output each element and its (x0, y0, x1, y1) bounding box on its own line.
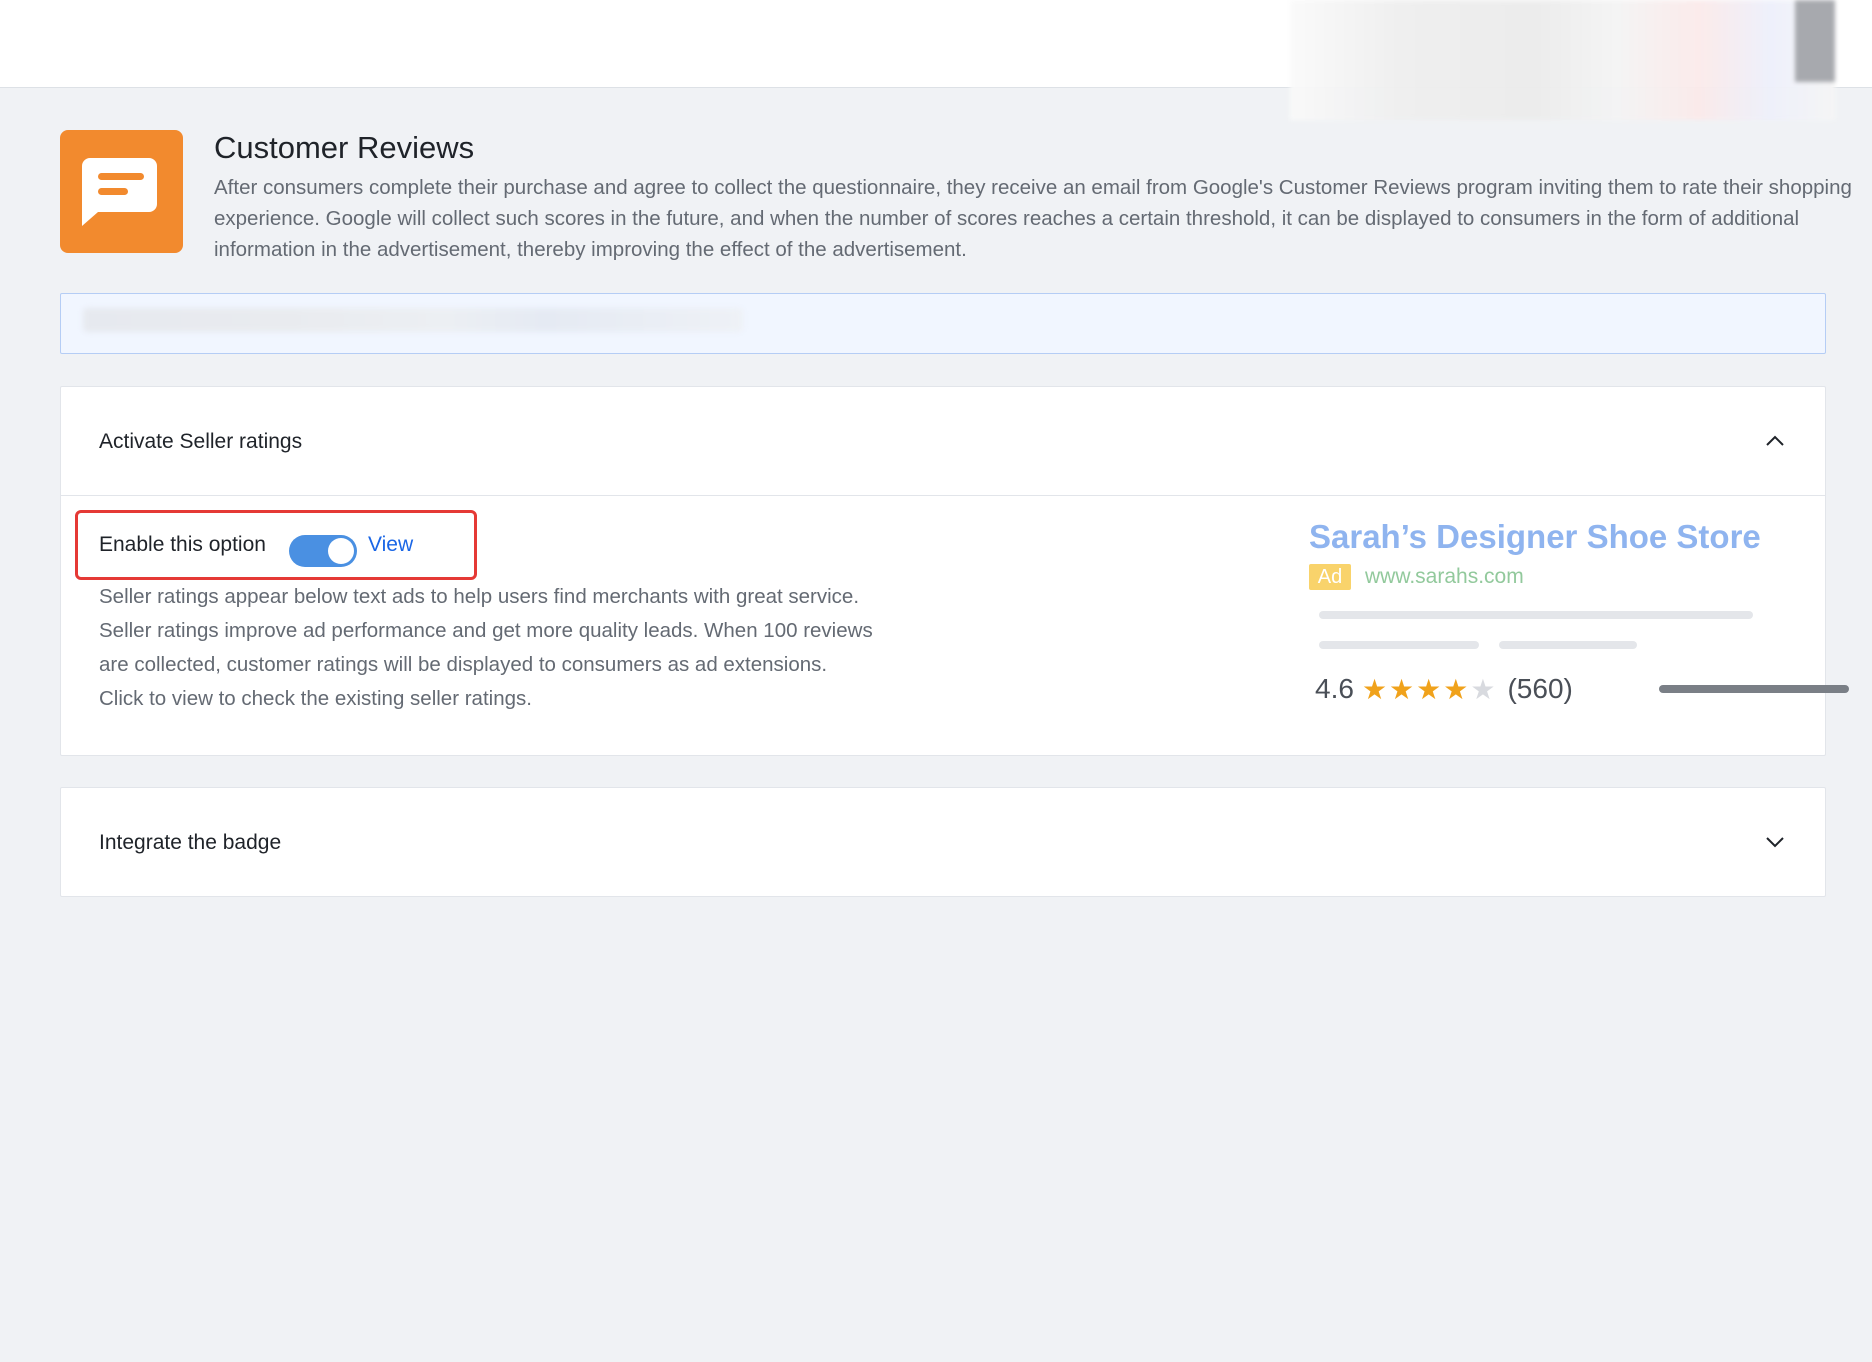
ad-placeholder-line (1659, 685, 1849, 693)
ad-badge: Ad (1309, 564, 1351, 590)
toggle-knob (328, 538, 354, 564)
ad-rating: 4.6 ★★★★★ (560) (1315, 669, 1573, 709)
integrate-badge-panel: Integrate the badge (60, 787, 1826, 897)
view-link[interactable]: View (368, 524, 413, 566)
star-filled-icon: ★ (1443, 673, 1471, 705)
star-rating-icon: ★★★★★ (1362, 673, 1498, 706)
star-filled-icon: ★ (1389, 673, 1417, 705)
ad-placeholder-line (1319, 611, 1753, 619)
rating-value: 4.6 (1315, 673, 1354, 704)
review-count: (560) (1507, 673, 1573, 704)
ad-store-name: Sarah’s Designer Shoe Store (1309, 518, 1761, 555)
star-filled-icon: ★ (1416, 673, 1444, 705)
ad-preview: Sarah’s Designer Shoe Store Ad www.sarah… (1309, 517, 1849, 717)
info-line: are collected, customer ratings will be … (99, 653, 828, 676)
seller-ratings-header[interactable]: Activate Seller ratings (61, 387, 1825, 496)
message-square-icon (60, 130, 183, 253)
page-header: Customer Reviews After consumers complet… (60, 130, 1852, 270)
seller-ratings-panel: Activate Seller ratings Enable this opti… (60, 386, 1849, 756)
ad-url: www.sarahs.com (1365, 565, 1524, 588)
chevron-up-icon[interactable] (1763, 429, 1787, 453)
info-line: Seller ratings appear below text ads to … (99, 585, 860, 608)
info-line: Click to view to check the existing sell… (99, 687, 532, 710)
blurred-notice-text (83, 308, 743, 332)
blurred-toolbar-area (1290, 0, 1835, 120)
enable-toggle[interactable] (289, 535, 357, 567)
chevron-down-icon[interactable] (1763, 830, 1787, 854)
enable-option-label: Enable this option (99, 533, 266, 556)
seller-ratings-info: Seller ratings appear below text ads to … (99, 580, 999, 716)
ad-placeholder-line (1319, 641, 1479, 649)
integrate-badge-header[interactable]: Integrate the badge (61, 788, 1825, 897)
page-title: Customer Reviews (214, 130, 475, 165)
integrate-badge-title: Integrate the badge (99, 831, 282, 854)
page-description: After consumers complete their purchase … (214, 176, 1852, 261)
top-bar (0, 0, 1872, 120)
notice-banner (60, 293, 1826, 354)
blurred-avatar (1795, 0, 1835, 82)
ad-placeholder-line (1499, 641, 1637, 649)
seller-ratings-title: Activate Seller ratings (99, 430, 303, 453)
star-filled-icon: ★ (1361, 673, 1390, 705)
star-empty-icon: ★ (1470, 673, 1498, 705)
info-line: Seller ratings improve ad performance an… (99, 619, 873, 642)
